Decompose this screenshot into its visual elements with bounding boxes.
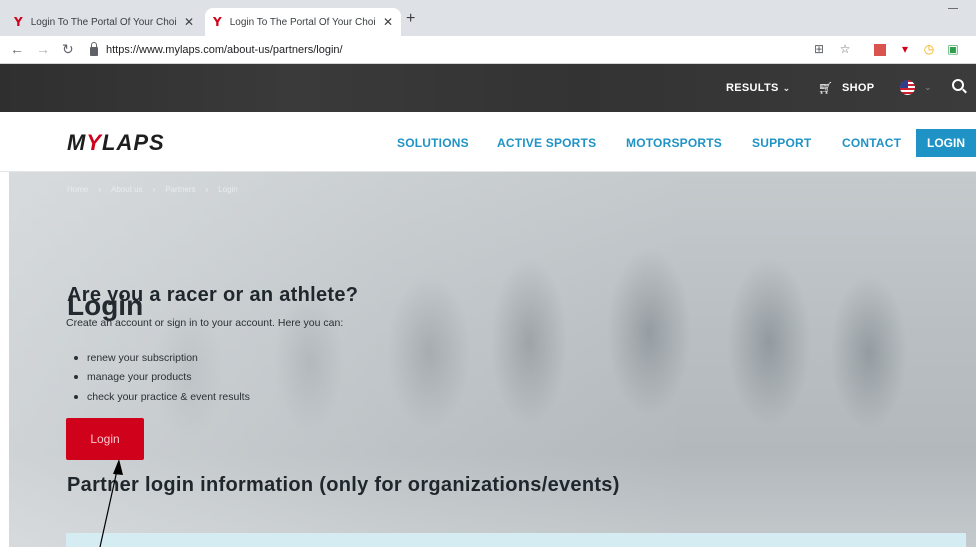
breadcrumb-separator-icon: ›	[152, 185, 156, 194]
cart-icon[interactable]: 🛒︎	[818, 81, 833, 95]
tab-title: Login To The Portal Of Your Choi	[30, 16, 177, 28]
benefits-list: renew your subscription manage your prod…	[87, 348, 250, 407]
close-tab-icon[interactable]: ✕	[184, 15, 194, 29]
browser-toolbar: ← → ↻ https://www.mylaps.com/about-us/pa…	[0, 36, 976, 64]
nav-motorsports[interactable]: MOTORSPORTS	[626, 136, 722, 150]
us-flag-icon[interactable]	[900, 80, 915, 95]
mylaps-logo[interactable]: MYLAPS	[67, 130, 165, 156]
racer-section-title: Are you a racer or an athlete?	[67, 284, 359, 306]
green-extension-icon[interactable]: ▣	[946, 42, 960, 56]
nav-support[interactable]: SUPPORT	[752, 136, 811, 150]
breadcrumb-login: Login	[218, 185, 238, 194]
breadcrumb-partners[interactable]: Partners	[165, 185, 195, 194]
star-icon[interactable]: ☆	[838, 42, 852, 56]
pdf-icon[interactable]	[874, 44, 886, 56]
main-navigation: MYLAPS SOLUTIONS ACTIVE SPORTS MOTORSPOR…	[0, 112, 976, 172]
new-tab-button[interactable]: +	[406, 10, 415, 28]
partner-info-panel	[66, 533, 966, 547]
nav-active-sports[interactable]: ACTIVE SPORTS	[497, 136, 596, 150]
tab-title: Login To The Portal Of Your Choi	[229, 16, 376, 28]
nav-solutions[interactable]: SOLUTIONS	[397, 136, 469, 150]
breadcrumb-separator-icon: ›	[98, 185, 102, 194]
breadcrumb-separator-icon: ›	[205, 185, 209, 194]
athlete-login-button[interactable]: Login	[66, 418, 144, 460]
search-icon[interactable]	[952, 79, 964, 91]
mylaps-favicon-icon: Y	[14, 15, 23, 29]
results-menu[interactable]: RESULTS ⌄	[726, 82, 790, 94]
hero-section: Home › About us › Partners › Login Login…	[9, 172, 976, 547]
clock-icon[interactable]: ◷	[922, 42, 936, 56]
racer-intro-text: Create an account or sign in to your acc…	[66, 317, 344, 329]
lock-icon	[90, 41, 98, 56]
nav-login-button[interactable]: LOGIN	[916, 129, 976, 157]
close-tab-icon[interactable]: ✕	[383, 15, 393, 29]
nav-contact[interactable]: CONTACT	[842, 136, 901, 150]
breadcrumb-about-us[interactable]: About us	[111, 185, 143, 194]
list-item: check your practice & event results	[87, 387, 250, 407]
pocket-icon[interactable]: ▾	[898, 42, 912, 56]
browser-tab-active[interactable]: Y Login To The Portal Of Your Choi ✕	[205, 8, 401, 36]
chevron-down-icon: ⌄	[782, 83, 791, 93]
chevron-down-icon[interactable]: ⌄	[924, 82, 932, 93]
back-arrow-icon[interactable]: ←	[10, 41, 24, 57]
forward-arrow-icon[interactable]: →	[36, 41, 50, 57]
reload-icon[interactable]: ↻	[62, 41, 74, 58]
shop-link[interactable]: SHOP	[842, 82, 874, 94]
url-text: https://www.mylaps.com/about-us/partners…	[106, 44, 343, 56]
breadcrumb-home[interactable]: Home	[67, 185, 88, 194]
mylaps-favicon-icon: Y	[213, 15, 222, 29]
site-top-bar: RESULTS ⌄ 🛒︎ SHOP ⌄	[0, 64, 976, 112]
browser-tab[interactable]: Y Login To The Portal Of Your Choi ✕	[6, 8, 202, 36]
list-item: manage your products	[87, 368, 250, 388]
address-bar[interactable]: https://www.mylaps.com/about-us/partners…	[90, 40, 790, 60]
list-item: renew your subscription	[87, 348, 250, 368]
translate-icon[interactable]: ⊞	[812, 42, 826, 56]
window-minimize-icon[interactable]	[948, 8, 958, 9]
partner-section-title: Partner login information (only for orga…	[67, 474, 620, 496]
breadcrumb: Home › About us › Partners › Login	[67, 185, 238, 194]
browser-tab-bar: Y Login To The Portal Of Your Choi ✕ Y L…	[0, 0, 976, 36]
